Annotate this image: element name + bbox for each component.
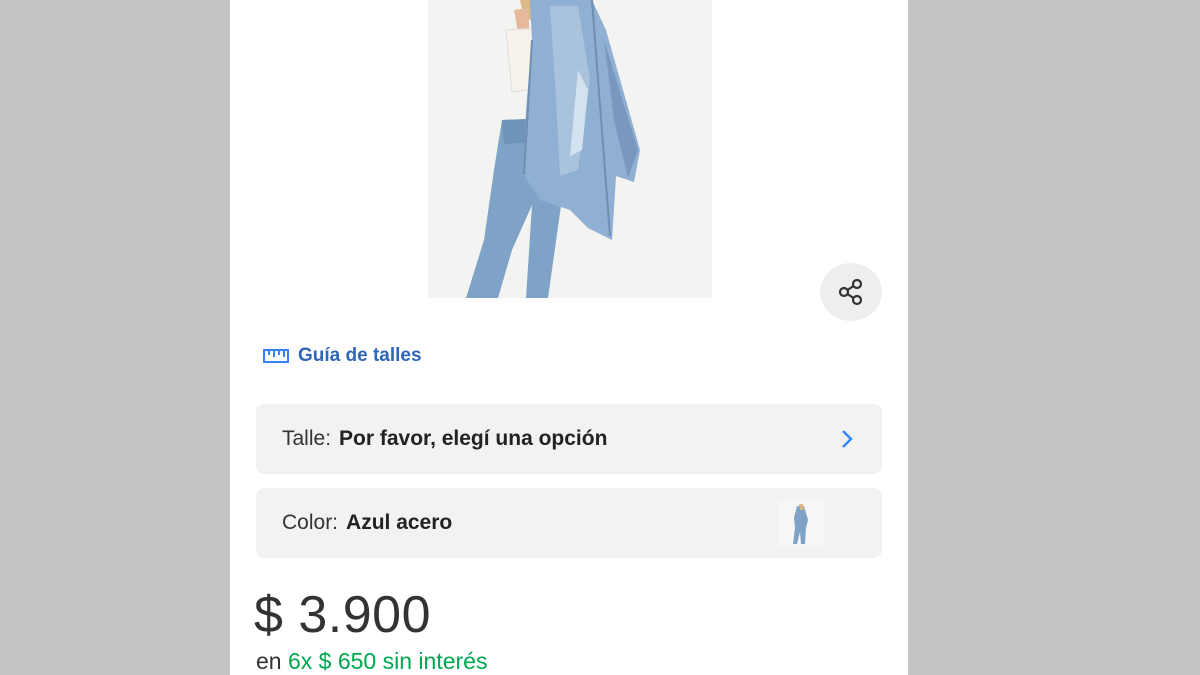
color-label: Color:	[282, 511, 339, 534]
installments-prefix: en	[256, 648, 282, 674]
color-selector[interactable]: Color: Azul acero	[256, 488, 882, 558]
color-thumbnail-image	[778, 500, 824, 546]
size-guide-link[interactable]: Guía de talles	[263, 342, 422, 370]
color-thumbnail[interactable]	[778, 500, 824, 546]
installments-count: 6x	[287, 648, 313, 674]
installments-info: en 6x $ 650 sin interés	[256, 648, 487, 675]
model-photo	[428, 0, 712, 298]
installments-amount: $ 650	[318, 648, 377, 674]
size-value: Por favor, elegí una opción	[339, 427, 608, 450]
color-value: Azul acero	[346, 511, 453, 534]
size-selector[interactable]: Talle: Por favor, elegí una opción	[256, 404, 882, 474]
price: $ 3.900	[254, 586, 431, 644]
size-label: Talle:	[282, 427, 332, 450]
size-guide-label: Guía de talles	[298, 345, 422, 366]
ruler-icon	[263, 349, 289, 363]
share-icon	[838, 278, 863, 306]
share-button[interactable]	[820, 263, 882, 321]
product-image[interactable]	[428, 0, 712, 298]
installments-suffix: sin interés	[382, 648, 488, 674]
chevron-right-icon	[842, 430, 853, 448]
